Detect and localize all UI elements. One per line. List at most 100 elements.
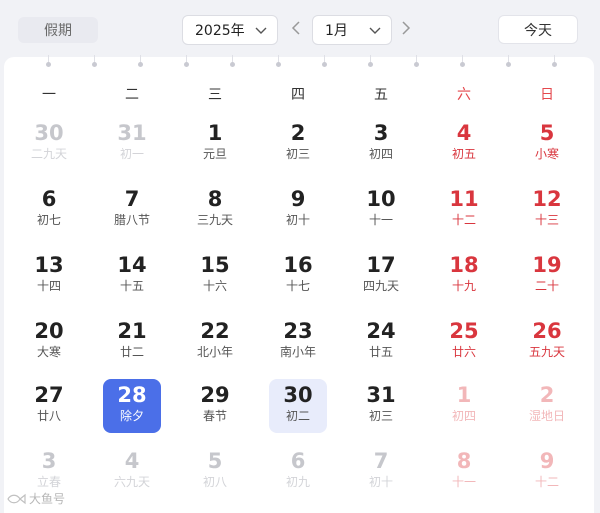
day-cell[interactable]: 28 除夕 bbox=[103, 379, 161, 433]
binder-ring bbox=[183, 55, 189, 69]
day-cell[interactable]: 22 北小年 bbox=[186, 315, 244, 369]
day-cell[interactable]: 30 二九天 bbox=[20, 117, 78, 171]
day-cell[interactable]: 29 春节 bbox=[186, 379, 244, 433]
lunar-label: 初十 bbox=[285, 213, 310, 227]
lunar-label: 十七 bbox=[285, 279, 310, 293]
day-cell[interactable]: 1 元旦 bbox=[186, 117, 244, 171]
day-cell[interactable]: 27 廿八 bbox=[20, 379, 78, 433]
day-number: 13 bbox=[34, 253, 64, 277]
lunar-label: 初三 bbox=[368, 409, 393, 423]
day-number: 7 bbox=[124, 187, 140, 211]
day-cell[interactable]: 23 南小年 bbox=[269, 315, 327, 369]
day-cell[interactable]: 2 湿地日 bbox=[518, 379, 576, 433]
day-cell[interactable]: 31 初一 bbox=[103, 117, 161, 171]
day-number: 18 bbox=[449, 253, 479, 277]
day-number: 22 bbox=[200, 319, 230, 343]
day-cell[interactable]: 8 三九天 bbox=[186, 183, 244, 237]
day-number: 30 bbox=[34, 121, 64, 145]
day-cell[interactable]: 9 初十 bbox=[269, 183, 327, 237]
day-number: 12 bbox=[532, 187, 562, 211]
day-cell[interactable]: 24 廿五 bbox=[352, 315, 410, 369]
day-cell[interactable]: 30 初二 bbox=[269, 379, 327, 433]
day-number: 3 bbox=[373, 121, 389, 145]
day-cell[interactable]: 31 初三 bbox=[352, 379, 410, 433]
day-cell[interactable]: 5 初八 bbox=[186, 445, 244, 499]
lunar-label: 十六 bbox=[202, 279, 227, 293]
day-number: 29 bbox=[200, 383, 230, 407]
lunar-label: 四九天 bbox=[362, 279, 399, 293]
day-number: 27 bbox=[34, 383, 64, 407]
day-number: 6 bbox=[290, 449, 306, 473]
lunar-label: 六九天 bbox=[113, 475, 150, 489]
lunar-label: 初十 bbox=[368, 475, 393, 489]
day-number: 16 bbox=[283, 253, 313, 277]
lunar-label: 三九天 bbox=[196, 213, 233, 227]
day-number: 10 bbox=[366, 187, 396, 211]
day-cell[interactable]: 11 十二 bbox=[435, 183, 493, 237]
day-cell[interactable]: 7 初十 bbox=[352, 445, 410, 499]
day-number: 3 bbox=[41, 449, 57, 473]
lunar-label: 初五 bbox=[451, 147, 476, 161]
next-month-icon[interactable] bbox=[400, 20, 412, 36]
lunar-label: 大寒 bbox=[36, 345, 61, 359]
day-cell[interactable]: 15 十六 bbox=[186, 249, 244, 303]
day-cell[interactable]: 17 四九天 bbox=[352, 249, 410, 303]
day-cell[interactable]: 10 十一 bbox=[352, 183, 410, 237]
day-number: 11 bbox=[449, 187, 479, 211]
day-cell[interactable]: 8 十一 bbox=[435, 445, 493, 499]
lunar-label: 初八 bbox=[202, 475, 227, 489]
lunar-label: 初二 bbox=[285, 409, 310, 423]
day-number: 8 bbox=[456, 449, 472, 473]
day-cell[interactable]: 1 初四 bbox=[435, 379, 493, 433]
day-number: 25 bbox=[449, 319, 479, 343]
day-cell[interactable]: 3 初四 bbox=[352, 117, 410, 171]
prev-month-icon[interactable] bbox=[290, 20, 302, 36]
day-cell[interactable]: 18 十九 bbox=[435, 249, 493, 303]
weekday-label: 一 bbox=[42, 87, 56, 103]
day-number: 9 bbox=[290, 187, 306, 211]
day-cell[interactable]: 5 小寒 bbox=[518, 117, 576, 171]
day-cell[interactable]: 13 十四 bbox=[20, 249, 78, 303]
day-cell[interactable]: 4 初五 bbox=[435, 117, 493, 171]
lunar-label: 立春 bbox=[36, 475, 61, 489]
lunar-label: 二九天 bbox=[30, 147, 67, 161]
day-number: 2 bbox=[290, 121, 306, 145]
weekday-label: 四 bbox=[291, 87, 305, 103]
day-number: 20 bbox=[34, 319, 64, 343]
lunar-label: 北小年 bbox=[196, 345, 233, 359]
day-cell[interactable]: 20 大寒 bbox=[20, 315, 78, 369]
day-number: 4 bbox=[124, 449, 140, 473]
day-cell[interactable]: 2 初三 bbox=[269, 117, 327, 171]
day-cell[interactable]: 4 六九天 bbox=[103, 445, 161, 499]
day-number: 9 bbox=[539, 449, 555, 473]
chevron-down-icon bbox=[255, 27, 267, 34]
weekday-label: 六 bbox=[457, 87, 471, 103]
day-cell[interactable]: 16 十七 bbox=[269, 249, 327, 303]
year-select[interactable]: 2025年 bbox=[182, 15, 278, 45]
day-cell[interactable]: 12 十三 bbox=[518, 183, 576, 237]
day-cell[interactable]: 6 初九 bbox=[269, 445, 327, 499]
day-cell[interactable]: 7 腊八节 bbox=[103, 183, 161, 237]
day-cell[interactable]: 9 十二 bbox=[518, 445, 576, 499]
lunar-label: 春节 bbox=[202, 409, 227, 423]
binder-ring bbox=[551, 55, 557, 69]
lunar-label: 十一 bbox=[451, 475, 476, 489]
day-cell[interactable]: 21 廿二 bbox=[103, 315, 161, 369]
lunar-label: 十三 bbox=[534, 213, 559, 227]
lunar-label: 廿二 bbox=[119, 345, 144, 359]
holiday-button[interactable]: 假期 bbox=[18, 17, 98, 43]
day-number: 7 bbox=[373, 449, 389, 473]
day-number: 17 bbox=[366, 253, 396, 277]
fish-logo-icon bbox=[7, 493, 26, 504]
binder-ring bbox=[45, 55, 51, 69]
month-select[interactable]: 1月 bbox=[312, 15, 392, 45]
day-cell[interactable]: 19 二十 bbox=[518, 249, 576, 303]
today-button[interactable]: 今天 bbox=[498, 15, 578, 44]
day-cell[interactable]: 25 廿六 bbox=[435, 315, 493, 369]
day-cell[interactable]: 26 五九天 bbox=[518, 315, 576, 369]
day-cell[interactable]: 14 十五 bbox=[103, 249, 161, 303]
day-number: 28 bbox=[117, 383, 147, 407]
calendar-toolbar: 假期 2025年 1月 今天 bbox=[0, 0, 600, 60]
binder-ring bbox=[459, 55, 465, 69]
day-cell[interactable]: 6 初七 bbox=[20, 183, 78, 237]
